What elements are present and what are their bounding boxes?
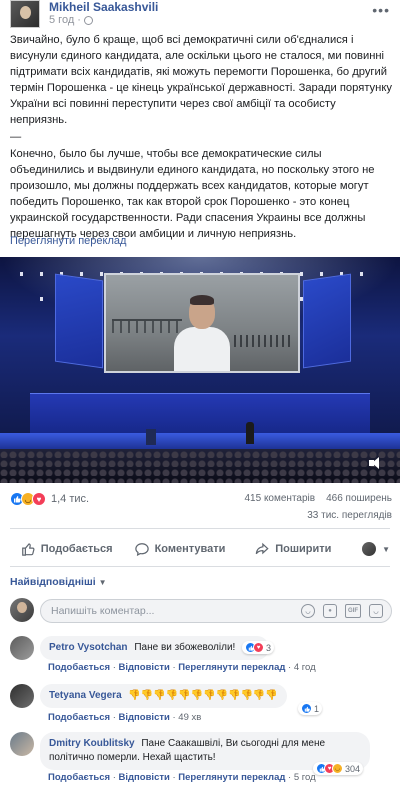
commenter-name[interactable]: Petro Vysotchan <box>49 642 128 653</box>
post-time[interactable]: 5 год <box>49 14 74 26</box>
comment-text: 👎👎👎👎👎👎👎👎👎👎👎👎 <box>128 690 278 701</box>
comment-item: Petro Vysotchan Пане ви збожеволіли! ♥ 3… <box>10 636 390 676</box>
post-header: Mikheil Saakashvili 5 год · ••• <box>0 0 400 30</box>
comment-translate-link[interactable]: Переглянути переклад <box>178 772 285 783</box>
comment-like-link[interactable]: Подобається <box>48 772 110 783</box>
action-bar: Подобається Коментувати Поширити ▼ <box>10 536 390 562</box>
gif-icon[interactable]: GIF <box>345 604 361 618</box>
love-reaction-icon: ♥ <box>253 642 264 653</box>
post-meta: 5 год · <box>49 14 93 26</box>
comment-bubble: Petro Vysotchan Пане ви збожеволіли! <box>40 636 270 660</box>
globe-icon <box>83 15 93 25</box>
chevron-down-icon: ▼ <box>98 578 107 587</box>
comment-reactions[interactable]: 1 <box>298 702 323 715</box>
commenter-avatar[interactable] <box>10 636 34 660</box>
comment-actions: Подобається · Відповісти · Переглянути п… <box>48 662 316 673</box>
current-user-avatar <box>10 598 34 622</box>
post-paragraph-uk: Звичайно, було б краще, щоб всі демократ… <box>10 34 392 126</box>
comment-button[interactable]: Коментувати <box>123 542 236 556</box>
speech-bubble-icon <box>134 543 149 556</box>
like-reaction-icon <box>301 703 312 714</box>
comment-time[interactable]: 49 хв <box>178 712 201 723</box>
commenter-name[interactable]: Dmitry Koublitsky <box>49 738 135 749</box>
reaction-summary[interactable]: ◡ ♥ 1,4 тис. <box>10 492 89 506</box>
author-avatar[interactable] <box>10 0 40 28</box>
divider-top <box>10 528 390 529</box>
post-video[interactable] <box>0 257 400 483</box>
comment-reply-link[interactable]: Відповісти <box>119 772 170 783</box>
comment-sort-label: Найвідповідніші <box>10 576 96 588</box>
stage-speaker <box>246 422 254 444</box>
chevron-down-icon: ▼ <box>382 544 390 554</box>
divider-bottom <box>10 566 390 567</box>
comment-input-placeholder: Напишіть коментар... <box>51 605 155 617</box>
view-count: 33 тис. переглядів <box>307 510 392 521</box>
emoji-icon[interactable]: ◡ <box>301 604 315 618</box>
comment-reply-link[interactable]: Відповісти <box>119 662 170 673</box>
author-name[interactable]: Mikheil Saakashvili <box>49 0 158 14</box>
comment-reactions[interactable]: ♥ 3 <box>242 641 275 654</box>
comment-reactions[interactable]: ♥ ◡ 304 <box>313 762 364 775</box>
share-count[interactable]: 466 поширень <box>326 493 392 504</box>
love-reaction-icon: ♥ <box>32 492 46 506</box>
share-button-label: Поширити <box>275 543 332 555</box>
speaker-icon[interactable] <box>369 457 383 469</box>
comment-reply-link[interactable]: Відповісти <box>119 712 170 723</box>
share-button[interactable]: Поширити <box>237 542 350 556</box>
comment-time[interactable]: 4 год <box>294 662 316 673</box>
post-as-selector[interactable]: ▼ <box>350 542 390 556</box>
like-button[interactable]: Подобається <box>10 542 123 556</box>
page-avatar <box>362 542 377 556</box>
comment-reaction-count: 304 <box>345 763 361 774</box>
camera-icon[interactable]: ● <box>323 604 337 618</box>
sticker-icon[interactable]: ◡ <box>369 604 383 618</box>
see-translation-link[interactable]: Переглянути переклад <box>10 235 126 247</box>
stage-screen-left <box>55 273 103 369</box>
comment-like-link[interactable]: Подобається <box>48 712 110 723</box>
comment-reaction-count: 3 <box>266 642 272 653</box>
post-separator: — <box>10 131 22 143</box>
comment-item: Dmitry Koublitsky Пане Саакашвілі, Ви сь… <box>10 732 390 786</box>
commenter-name[interactable]: Tetyana Vegera <box>49 690 122 701</box>
comment-item: Tetyana Vegera 👎👎👎👎👎👎👎👎👎👎👎👎 1 Подобаєтьс… <box>10 684 390 726</box>
commenter-avatar[interactable] <box>10 684 34 708</box>
person-hair <box>190 295 214 305</box>
engagement-stats: 415 коментарів 466 поширень <box>244 493 392 504</box>
comment-reaction-count: 1 <box>314 703 320 714</box>
comment-input[interactable]: Напишіть коментар... ◡ ● GIF ◡ <box>40 599 392 623</box>
comment-like-link[interactable]: Подобається <box>48 662 110 673</box>
person-jacket <box>174 327 230 371</box>
comment-sort-dropdown[interactable]: Найвідповідніші ▼ <box>10 576 106 588</box>
comment-text: Пане ви збожеволіли! <box>134 642 236 653</box>
stage-screen-right <box>303 273 351 369</box>
like-button-label: Подобається <box>40 543 113 555</box>
comment-actions: Подобається · Відповісти · 49 хв <box>48 712 202 723</box>
comment-bubble: Tetyana Vegera 👎👎👎👎👎👎👎👎👎👎👎👎 <box>40 684 287 708</box>
share-arrow-icon <box>255 542 269 555</box>
dot-separator: · <box>77 14 81 26</box>
comment-actions: Подобається · Відповісти · Переглянути п… <box>48 772 316 783</box>
comment-time[interactable]: 5 год <box>294 772 316 783</box>
comment-button-label: Коментувати <box>154 543 226 555</box>
audience-crowd <box>0 449 400 483</box>
stage-main-screen <box>104 273 300 373</box>
comment-translate-link[interactable]: Переглянути переклад <box>178 662 285 673</box>
screen-person <box>174 295 230 371</box>
post-body: Звичайно, було б краще, щоб всі демократ… <box>10 32 392 242</box>
haha-reaction-icon: ◡ <box>332 763 343 774</box>
commenter-avatar[interactable] <box>10 732 34 756</box>
comment-composer: Напишіть коментар... ◡ ● GIF ◡ <box>10 598 392 624</box>
screen-bridge <box>112 319 182 333</box>
composer-icons: ◡ ● GIF ◡ <box>301 604 383 618</box>
ellipsis-icon[interactable]: ••• <box>372 2 390 18</box>
reaction-count[interactable]: 1,4 тис. <box>51 493 89 505</box>
stage-podium <box>146 429 156 445</box>
post-paragraph-ru: Конечно, было бы лучше, чтобы все демокр… <box>10 148 375 240</box>
comment-count[interactable]: 415 коментарів <box>244 493 315 504</box>
thumbs-up-icon <box>21 543 35 556</box>
screen-railing <box>234 335 294 347</box>
